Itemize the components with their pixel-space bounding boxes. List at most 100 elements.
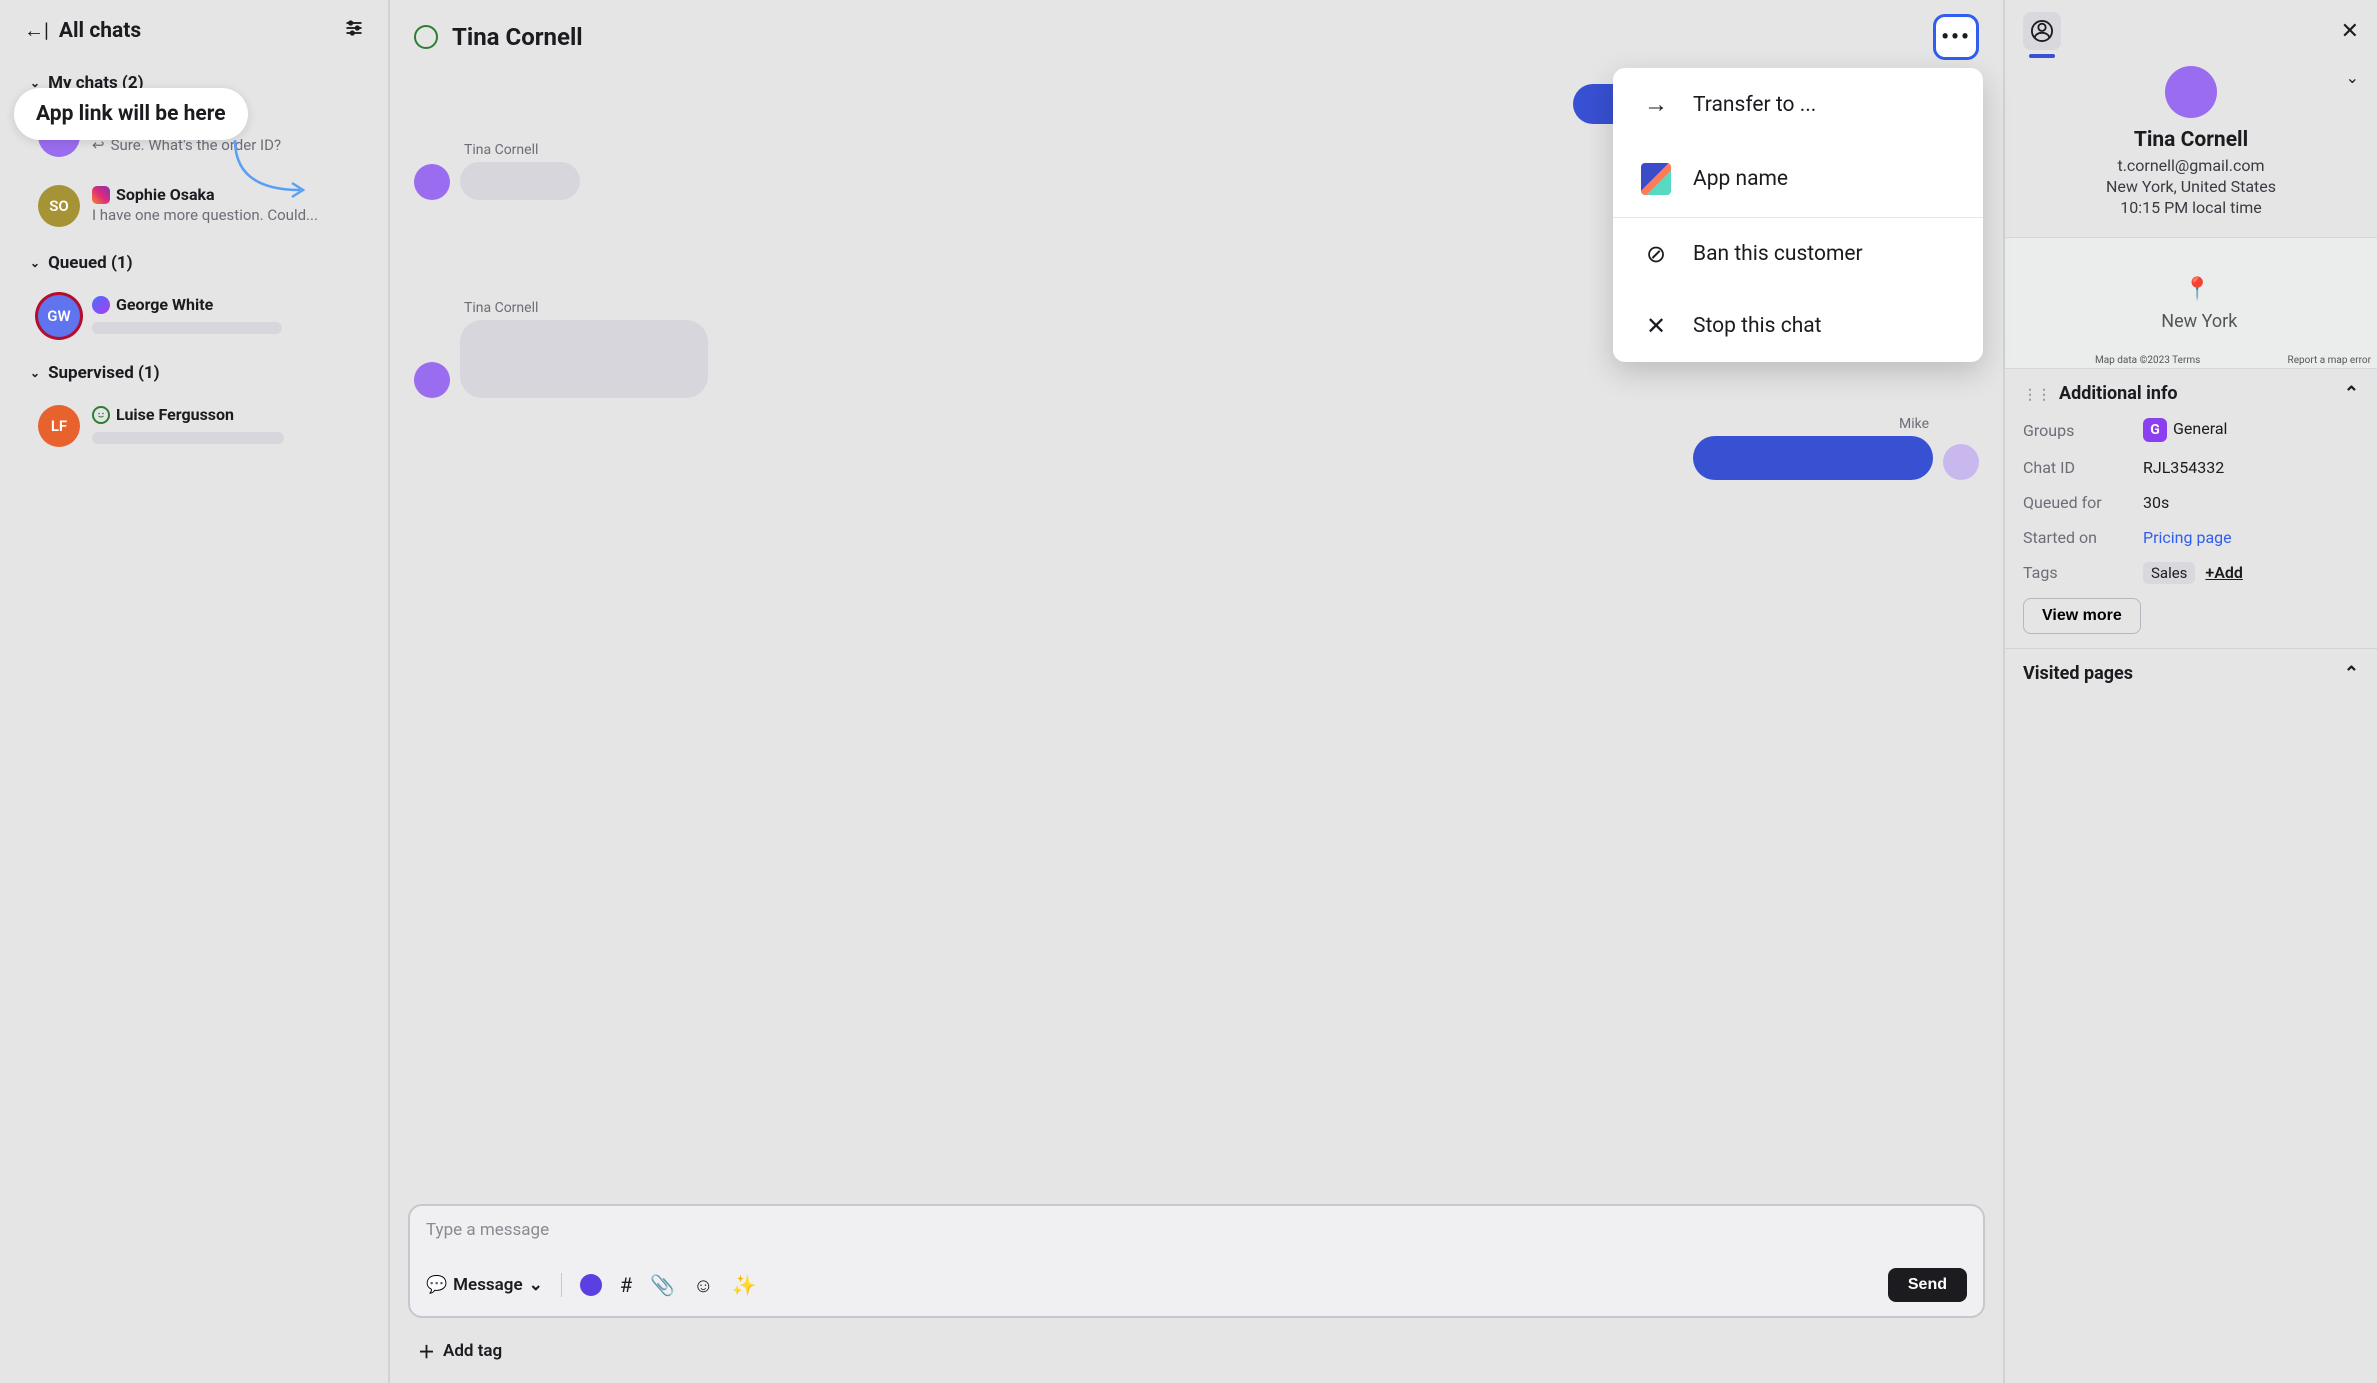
- map-report-error[interactable]: Report a map error: [2288, 355, 2371, 366]
- dropdown-label: Transfer to ...: [1693, 93, 1816, 117]
- magic-icon[interactable]: ✨: [732, 1273, 757, 1297]
- chevron-down-icon: ⌄: [30, 256, 40, 270]
- close-icon[interactable]: ✕: [2341, 19, 2359, 44]
- tooltip-arrow: [230, 135, 310, 205]
- emoji-icon[interactable]: ☺: [693, 1273, 713, 1298]
- message-bubble: [460, 162, 580, 200]
- profile-card: ⌄ Tina Cornell t.cornell@gmail.com New Y…: [2005, 62, 2377, 237]
- add-tag-link[interactable]: +Add: [2205, 563, 2243, 582]
- profile-email: t.cornell@gmail.com: [2023, 156, 2359, 175]
- profile-location: New York, United States: [2023, 177, 2359, 196]
- section-queued[interactable]: ⌄ Queued (1): [0, 241, 388, 281]
- customer-avatar: [414, 362, 450, 398]
- chevron-up-icon: ⌃: [2344, 663, 2359, 684]
- dropdown-ban[interactable]: ⊘ Ban this customer: [1613, 218, 1983, 290]
- section-title: Additional info: [2059, 383, 2178, 404]
- section-label: Supervised (1): [48, 363, 160, 383]
- additional-info-header[interactable]: ⋮⋮ Additional info ⌃: [2023, 383, 2359, 404]
- chevron-up-icon: ⌃: [2344, 383, 2359, 404]
- mode-label: Message: [453, 1275, 522, 1295]
- dropdown-label: Stop this chat: [1693, 314, 1822, 338]
- dropdown-label: Ban this customer: [1693, 242, 1863, 266]
- smile-status-icon: [92, 406, 110, 424]
- sidebar: ←| All chats ⌄ My chats (2) Tina Cornell…: [0, 0, 390, 1383]
- chat-name: George White: [116, 295, 213, 314]
- map-city-label: New York: [2161, 311, 2237, 332]
- dropdown-stop[interactable]: ✕ Stop this chat: [1613, 290, 1983, 362]
- queued-label: Queued for: [2023, 493, 2143, 512]
- plus-icon: ＋: [418, 1338, 435, 1363]
- avatar: LF: [38, 405, 80, 447]
- instagram-icon: [92, 186, 110, 204]
- groups-label: Groups: [2023, 421, 2143, 440]
- drag-handle-icon[interactable]: ⋮⋮: [2023, 387, 2051, 403]
- map-pin-icon: 📍: [2184, 277, 2211, 302]
- divider: [561, 1273, 562, 1297]
- customer-avatar: [414, 164, 450, 200]
- message-input[interactable]: Type a message: [426, 1220, 1967, 1240]
- add-tag-button[interactable]: ＋ Add tag: [390, 1326, 2003, 1383]
- back-icon[interactable]: ←|: [24, 18, 49, 43]
- messenger-icon: [92, 296, 110, 314]
- hash-icon[interactable]: #: [620, 1273, 632, 1297]
- close-icon: ✕: [1641, 312, 1671, 340]
- attachment-icon[interactable]: 📎: [650, 1273, 675, 1297]
- started-value-link[interactable]: Pricing page: [2143, 528, 2359, 547]
- app-icon: [1641, 163, 1671, 195]
- agent-avatar: [1943, 444, 1979, 480]
- tags-value: Sales +Add: [2143, 563, 2359, 582]
- details-header: ✕: [2005, 0, 2377, 62]
- chevron-down-icon: ⌄: [30, 366, 40, 380]
- chevron-down-icon[interactable]: ⌄: [2346, 68, 2359, 87]
- dropdown-label: App name: [1693, 167, 1788, 191]
- avatar: SO: [38, 185, 80, 227]
- composer: Type a message 💬 Message ⌄ # 📎 ☺ ✨ Send: [408, 1204, 1985, 1318]
- mic-icon[interactable]: [580, 1274, 602, 1296]
- chat-name: Luise Fergusson: [116, 405, 234, 424]
- map-copyright: Map data ©2023 Terms: [2095, 355, 2200, 366]
- additional-info-section: ⋮⋮ Additional info ⌃ Groups GGeneral Chat…: [2005, 369, 2377, 648]
- visited-pages-header[interactable]: Visited pages ⌃: [2023, 663, 2359, 684]
- sidebar-header: ←| All chats: [0, 0, 388, 61]
- profile-avatar: [2165, 66, 2217, 118]
- dropdown-app[interactable]: App name: [1613, 141, 1983, 217]
- visited-pages-section: Visited pages ⌃: [2005, 649, 2377, 698]
- more-dropdown: → Transfer to ... App name ⊘ Ban this cu…: [1613, 68, 1983, 362]
- chat-item-george[interactable]: GW George White: [0, 281, 388, 351]
- section-title: Visited pages: [2023, 663, 2133, 684]
- add-tag-label: Add tag: [443, 1341, 502, 1361]
- chatid-label: Chat ID: [2023, 458, 2143, 477]
- details-panel: ✕ ⌄ Tina Cornell t.cornell@gmail.com New…: [2005, 0, 2377, 1383]
- ban-icon: ⊘: [1641, 240, 1671, 268]
- view-more-button[interactable]: View more: [2023, 598, 2141, 634]
- profile-time: 10:15 PM local time: [2023, 198, 2359, 217]
- tooltip-app-link: App link will be here: [14, 88, 248, 140]
- placeholder-text: [92, 322, 282, 334]
- message-sender: Mike: [414, 416, 1929, 432]
- profile-name: Tina Cornell: [2023, 128, 2359, 152]
- smile-status-icon: [414, 25, 438, 49]
- chat-name: Sophie Osaka: [116, 185, 215, 204]
- composer-mode-select[interactable]: 💬 Message ⌄: [426, 1275, 543, 1295]
- arrow-right-icon: →: [1641, 90, 1671, 119]
- groups-value: GGeneral: [2143, 418, 2359, 442]
- sidebar-title[interactable]: All chats: [59, 19, 141, 43]
- dropdown-transfer[interactable]: → Transfer to ...: [1613, 68, 1983, 141]
- message-bubble: [460, 320, 708, 398]
- section-supervised[interactable]: ⌄ Supervised (1): [0, 351, 388, 391]
- queued-value: 30s: [2143, 493, 2359, 512]
- chat-item-sophie[interactable]: SO Sophie Osaka I have one more question…: [0, 171, 388, 241]
- filter-icon[interactable]: [344, 18, 364, 43]
- message-bubble: [1693, 436, 1933, 480]
- tags-label: Tags: [2023, 563, 2143, 582]
- section-label: Queued (1): [48, 253, 133, 273]
- send-button[interactable]: Send: [1888, 1268, 1967, 1302]
- chat-preview: I have one more question. Could...: [92, 206, 318, 224]
- chat-item-luise[interactable]: LF Luise Fergusson: [0, 391, 388, 461]
- more-options-button[interactable]: •••: [1933, 14, 1979, 60]
- profile-tab[interactable]: [2023, 12, 2061, 50]
- placeholder-text: [92, 432, 284, 444]
- tag-chip[interactable]: Sales: [2143, 562, 2195, 584]
- location-map[interactable]: 📍 New York Map data ©2023 Terms Report a…: [2005, 237, 2377, 369]
- started-label: Started on: [2023, 528, 2143, 547]
